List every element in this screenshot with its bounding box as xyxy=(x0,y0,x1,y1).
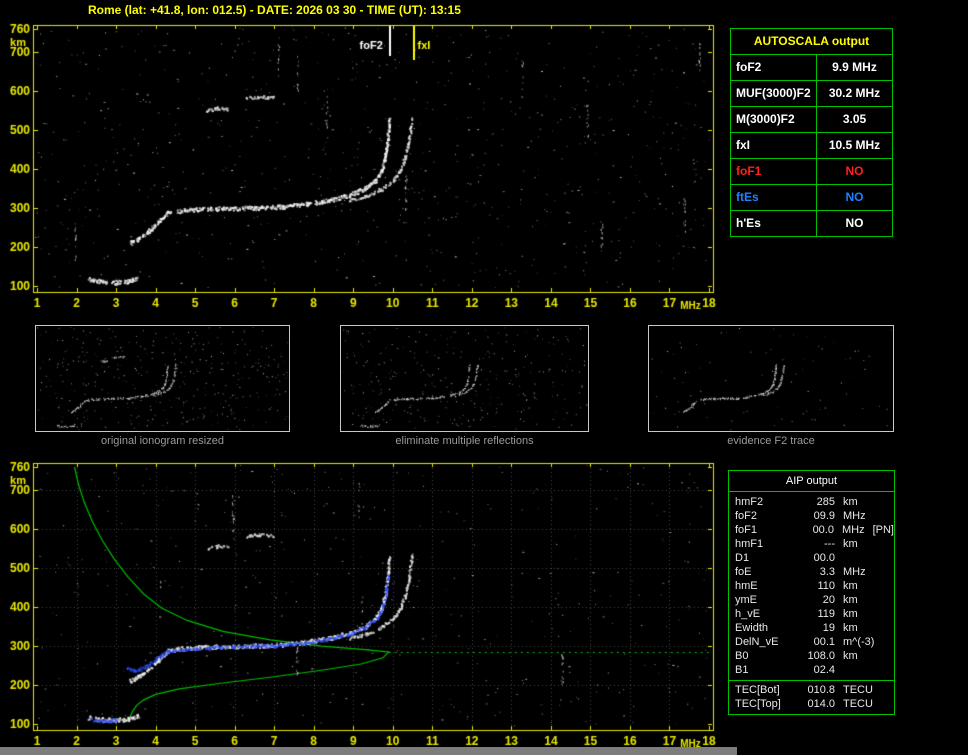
param-name: h_vE xyxy=(735,608,761,620)
table-row-foF2: foF2 9.9 MHz xyxy=(731,55,892,81)
aip-row-D1: D1 00.0 xyxy=(729,551,894,565)
param-unit: MHz xyxy=(843,510,866,522)
param-flag: [PN] xyxy=(872,524,894,536)
param-name: hmF1 xyxy=(735,538,764,550)
aip-row-foE: foE 3.3 MHz xyxy=(729,565,894,579)
param-name: foE xyxy=(735,566,752,578)
param-value: 00.0 xyxy=(812,524,834,536)
param-name: D1 xyxy=(735,552,750,564)
param-name: foF2 xyxy=(735,510,758,522)
param-value: 285 xyxy=(816,496,835,508)
param-value: 119 xyxy=(817,608,835,620)
param-value: --- xyxy=(824,538,835,550)
table-row-muf3000f2: MUF(3000)F2 30.2 MHz xyxy=(731,81,892,107)
tec-section: TEC[Bot] 010.8 TECU TEC[Top] 014.0 TECU xyxy=(729,680,894,711)
aip-row-tec-bot: TEC[Bot] 010.8 TECU xyxy=(729,683,894,697)
aip-row-h_vE: h_vE 119 km xyxy=(729,607,894,621)
aip-table-body: hmF2 285 km foF2 09.9 MHz foF1 00.0 MHz … xyxy=(729,492,894,714)
thumbnail-caption-original: original ionogram resized xyxy=(101,435,224,447)
param-value: 02.4 xyxy=(813,664,835,676)
row-label: ftEs xyxy=(731,185,817,210)
row-value: 9.9 MHz xyxy=(832,60,877,74)
thumbnail-multiples-removed xyxy=(340,325,589,432)
param-name: DelN_vE xyxy=(735,636,779,648)
param-name: TEC[Top] xyxy=(735,698,781,710)
row-value: 30.2 MHz xyxy=(828,86,881,100)
table-row-m3000f2: M(3000)F2 3.05 xyxy=(731,107,892,133)
aip-table-header: AIP output xyxy=(729,471,894,492)
param-name: hmF2 xyxy=(735,496,764,508)
thumbnail-f2-trace xyxy=(648,325,894,432)
param-unit: km xyxy=(843,496,858,508)
param-value: 19 xyxy=(822,622,835,634)
row-label: foF1 xyxy=(731,159,817,184)
table-row-hEs: h'Es NO xyxy=(731,211,892,236)
param-unit: km xyxy=(843,622,858,634)
row-value: NO xyxy=(845,164,864,178)
row-value: 3.05 xyxy=(842,112,867,126)
row-label: MUF(3000)F2 xyxy=(731,81,817,106)
row-label: fxI xyxy=(731,133,817,158)
row-value: NO xyxy=(845,216,864,230)
table-row-ftEs: ftEs NO xyxy=(731,185,892,211)
param-unit: MHz xyxy=(841,524,865,536)
row-label: foF2 xyxy=(731,55,817,80)
param-unit: km xyxy=(843,650,858,662)
param-unit: km xyxy=(843,608,858,620)
aip-row-DelN_vE: DelN_vE 00.1 m^(-3) xyxy=(729,635,894,649)
thumbnail-original-ionogram xyxy=(35,325,290,432)
aip-row-Ewidth: Ewidth 19 km xyxy=(729,621,894,635)
top-ionogram-canvas xyxy=(0,14,728,314)
param-value: 014.0 xyxy=(807,698,835,710)
aip-row-hmF2: hmF2 285 km xyxy=(729,495,894,509)
row-label: M(3000)F2 xyxy=(731,107,817,132)
param-value: 09.9 xyxy=(813,510,835,522)
thumbnail-caption-multiples: eliminate multiple reflections xyxy=(395,435,534,447)
row-label: h'Es xyxy=(731,211,817,236)
autoscala-output-table: AUTOSCALA output foF2 9.9 MHz MUF(3000)F… xyxy=(730,28,893,237)
param-unit: km xyxy=(843,594,858,606)
param-value: 010.8 xyxy=(807,684,835,696)
param-unit: MHz xyxy=(843,566,866,578)
param-unit xyxy=(835,551,843,565)
param-name: foF1 xyxy=(735,524,758,536)
param-name: Ewidth xyxy=(735,622,769,634)
bottom-ionogram-canvas xyxy=(0,450,728,753)
aip-row-hmE: hmE 110 km xyxy=(729,579,894,593)
param-unit: km xyxy=(843,580,858,592)
param-unit xyxy=(835,663,843,677)
row-value: 10.5 MHz xyxy=(828,138,881,152)
aip-row-foF1: foF1 00.0 MHz [PN] xyxy=(729,523,894,537)
aip-row-B1: B1 02.4 xyxy=(729,663,894,677)
table-row-fxI: fxI 10.5 MHz xyxy=(731,133,892,159)
aip-row-ymE: ymE 20 km xyxy=(729,593,894,607)
autoscala-table-header: AUTOSCALA output xyxy=(731,29,892,55)
param-value: 3.3 xyxy=(819,566,835,578)
param-name: ymE xyxy=(735,594,757,606)
window-edge xyxy=(0,747,737,755)
param-name: hmE xyxy=(735,580,758,592)
aip-output-table: AIP output hmF2 285 km foF2 09.9 MHz foF… xyxy=(728,470,895,715)
aip-row-tec-top: TEC[Top] 014.0 TECU xyxy=(729,697,894,711)
param-unit: km xyxy=(843,538,858,550)
param-value: 00.0 xyxy=(813,552,835,564)
param-value: 110 xyxy=(817,580,835,592)
param-value: 20 xyxy=(822,594,835,606)
param-name: B0 xyxy=(735,650,749,662)
thumbnail-caption-f2: evidence F2 trace xyxy=(727,435,815,447)
aip-row-hmF1: hmF1 --- km xyxy=(729,537,894,551)
row-value: NO xyxy=(845,190,864,204)
param-value: 00.1 xyxy=(813,636,835,648)
aip-row-B0: B0 108.0 km xyxy=(729,649,894,663)
param-unit: TECU xyxy=(843,698,873,710)
param-name: TEC[Bot] xyxy=(735,684,780,696)
param-unit: TECU xyxy=(843,684,873,696)
param-unit: m^(-3) xyxy=(843,636,875,648)
param-name: B1 xyxy=(735,664,749,676)
table-row-foF1: foF1 NO xyxy=(731,159,892,185)
param-value: 108.0 xyxy=(807,650,835,662)
aip-row-foF2: foF2 09.9 MHz xyxy=(729,509,894,523)
